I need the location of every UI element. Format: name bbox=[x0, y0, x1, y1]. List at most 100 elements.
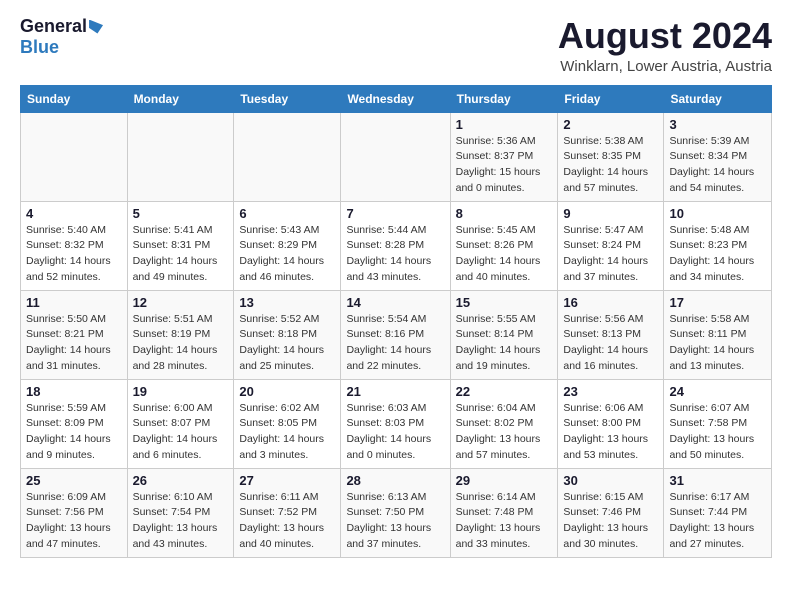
logo: General Blue bbox=[20, 16, 103, 58]
day-number: 28 bbox=[346, 473, 444, 488]
day-info: Sunrise: 5:51 AMSunset: 8:19 PMDaylight:… bbox=[133, 312, 229, 375]
day-number: 5 bbox=[133, 206, 229, 221]
calendar-cell: 3 Sunrise: 5:39 AMSunset: 8:34 PMDayligh… bbox=[664, 112, 772, 201]
day-info: Sunrise: 5:44 AMSunset: 8:28 PMDaylight:… bbox=[346, 223, 444, 286]
calendar-cell: 11 Sunrise: 5:50 AMSunset: 8:21 PMDaylig… bbox=[21, 290, 128, 379]
day-info: Sunrise: 6:00 AMSunset: 8:07 PMDaylight:… bbox=[133, 401, 229, 464]
calendar-cell: 24 Sunrise: 6:07 AMSunset: 7:58 PMDaylig… bbox=[664, 379, 772, 468]
day-number: 10 bbox=[669, 206, 766, 221]
calendar-cell: 13 Sunrise: 5:52 AMSunset: 8:18 PMDaylig… bbox=[234, 290, 341, 379]
day-number: 22 bbox=[456, 384, 553, 399]
weekday-header-monday: Monday bbox=[127, 85, 234, 112]
calendar-title: August 2024 bbox=[558, 16, 772, 56]
calendar-table: SundayMondayTuesdayWednesdayThursdayFrid… bbox=[20, 85, 772, 558]
day-info: Sunrise: 6:11 AMSunset: 7:52 PMDaylight:… bbox=[239, 490, 335, 553]
day-number: 9 bbox=[563, 206, 658, 221]
day-number: 27 bbox=[239, 473, 335, 488]
day-info: Sunrise: 5:41 AMSunset: 8:31 PMDaylight:… bbox=[133, 223, 229, 286]
day-info: Sunrise: 5:52 AMSunset: 8:18 PMDaylight:… bbox=[239, 312, 335, 375]
weekday-header-thursday: Thursday bbox=[450, 85, 558, 112]
day-info: Sunrise: 5:50 AMSunset: 8:21 PMDaylight:… bbox=[26, 312, 122, 375]
calendar-cell: 18 Sunrise: 5:59 AMSunset: 8:09 PMDaylig… bbox=[21, 379, 128, 468]
day-number: 3 bbox=[669, 117, 766, 132]
calendar-cell: 28 Sunrise: 6:13 AMSunset: 7:50 PMDaylig… bbox=[341, 468, 450, 557]
calendar-cell: 14 Sunrise: 5:54 AMSunset: 8:16 PMDaylig… bbox=[341, 290, 450, 379]
day-info: Sunrise: 5:47 AMSunset: 8:24 PMDaylight:… bbox=[563, 223, 658, 286]
day-number: 2 bbox=[563, 117, 658, 132]
day-number: 4 bbox=[26, 206, 122, 221]
weekday-header-saturday: Saturday bbox=[664, 85, 772, 112]
day-info: Sunrise: 6:07 AMSunset: 7:58 PMDaylight:… bbox=[669, 401, 766, 464]
day-number: 16 bbox=[563, 295, 658, 310]
day-info: Sunrise: 5:43 AMSunset: 8:29 PMDaylight:… bbox=[239, 223, 335, 286]
day-info: Sunrise: 6:14 AMSunset: 7:48 PMDaylight:… bbox=[456, 490, 553, 553]
day-number: 1 bbox=[456, 117, 553, 132]
calendar-cell: 23 Sunrise: 6:06 AMSunset: 8:00 PMDaylig… bbox=[558, 379, 664, 468]
day-number: 23 bbox=[563, 384, 658, 399]
header: General Blue August 2024 Winklarn, Lower… bbox=[20, 16, 772, 75]
calendar-cell: 7 Sunrise: 5:44 AMSunset: 8:28 PMDayligh… bbox=[341, 201, 450, 290]
day-info: Sunrise: 5:54 AMSunset: 8:16 PMDaylight:… bbox=[346, 312, 444, 375]
day-number: 12 bbox=[133, 295, 229, 310]
day-number: 18 bbox=[26, 384, 122, 399]
day-number: 7 bbox=[346, 206, 444, 221]
weekday-header-wednesday: Wednesday bbox=[341, 85, 450, 112]
day-info: Sunrise: 6:17 AMSunset: 7:44 PMDaylight:… bbox=[669, 490, 766, 553]
calendar-cell: 27 Sunrise: 6:11 AMSunset: 7:52 PMDaylig… bbox=[234, 468, 341, 557]
day-number: 6 bbox=[239, 206, 335, 221]
day-info: Sunrise: 5:58 AMSunset: 8:11 PMDaylight:… bbox=[669, 312, 766, 375]
day-number: 8 bbox=[456, 206, 553, 221]
calendar-cell: 25 Sunrise: 6:09 AMSunset: 7:56 PMDaylig… bbox=[21, 468, 128, 557]
day-number: 21 bbox=[346, 384, 444, 399]
day-number: 25 bbox=[26, 473, 122, 488]
calendar-cell: 17 Sunrise: 5:58 AMSunset: 8:11 PMDaylig… bbox=[664, 290, 772, 379]
calendar-cell: 30 Sunrise: 6:15 AMSunset: 7:46 PMDaylig… bbox=[558, 468, 664, 557]
calendar-cell: 21 Sunrise: 6:03 AMSunset: 8:03 PMDaylig… bbox=[341, 379, 450, 468]
day-info: Sunrise: 5:38 AMSunset: 8:35 PMDaylight:… bbox=[563, 134, 658, 197]
day-info: Sunrise: 5:48 AMSunset: 8:23 PMDaylight:… bbox=[669, 223, 766, 286]
calendar-cell: 20 Sunrise: 6:02 AMSunset: 8:05 PMDaylig… bbox=[234, 379, 341, 468]
day-info: Sunrise: 6:15 AMSunset: 7:46 PMDaylight:… bbox=[563, 490, 658, 553]
title-area: August 2024 Winklarn, Lower Austria, Aus… bbox=[558, 16, 772, 75]
calendar-cell: 22 Sunrise: 6:04 AMSunset: 8:02 PMDaylig… bbox=[450, 379, 558, 468]
calendar-cell: 29 Sunrise: 6:14 AMSunset: 7:48 PMDaylig… bbox=[450, 468, 558, 557]
logo-icon bbox=[89, 20, 103, 34]
day-info: Sunrise: 6:03 AMSunset: 8:03 PMDaylight:… bbox=[346, 401, 444, 464]
calendar-cell: 12 Sunrise: 5:51 AMSunset: 8:19 PMDaylig… bbox=[127, 290, 234, 379]
weekday-header-sunday: Sunday bbox=[21, 85, 128, 112]
calendar-cell: 8 Sunrise: 5:45 AMSunset: 8:26 PMDayligh… bbox=[450, 201, 558, 290]
day-number: 13 bbox=[239, 295, 335, 310]
calendar-subtitle: Winklarn, Lower Austria, Austria bbox=[558, 58, 772, 75]
weekday-header-friday: Friday bbox=[558, 85, 664, 112]
day-number: 14 bbox=[346, 295, 444, 310]
calendar-cell bbox=[234, 112, 341, 201]
calendar-cell: 5 Sunrise: 5:41 AMSunset: 8:31 PMDayligh… bbox=[127, 201, 234, 290]
calendar-cell: 26 Sunrise: 6:10 AMSunset: 7:54 PMDaylig… bbox=[127, 468, 234, 557]
calendar-cell bbox=[127, 112, 234, 201]
calendar-cell: 6 Sunrise: 5:43 AMSunset: 8:29 PMDayligh… bbox=[234, 201, 341, 290]
day-info: Sunrise: 5:56 AMSunset: 8:13 PMDaylight:… bbox=[563, 312, 658, 375]
calendar-cell: 4 Sunrise: 5:40 AMSunset: 8:32 PMDayligh… bbox=[21, 201, 128, 290]
day-info: Sunrise: 5:36 AMSunset: 8:37 PMDaylight:… bbox=[456, 134, 553, 197]
day-number: 20 bbox=[239, 384, 335, 399]
day-number: 19 bbox=[133, 384, 229, 399]
day-number: 24 bbox=[669, 384, 766, 399]
day-number: 30 bbox=[563, 473, 658, 488]
calendar-cell bbox=[341, 112, 450, 201]
weekday-header-tuesday: Tuesday bbox=[234, 85, 341, 112]
calendar-cell: 1 Sunrise: 5:36 AMSunset: 8:37 PMDayligh… bbox=[450, 112, 558, 201]
day-number: 15 bbox=[456, 295, 553, 310]
calendar-cell: 16 Sunrise: 5:56 AMSunset: 8:13 PMDaylig… bbox=[558, 290, 664, 379]
day-number: 31 bbox=[669, 473, 766, 488]
calendar-cell: 19 Sunrise: 6:00 AMSunset: 8:07 PMDaylig… bbox=[127, 379, 234, 468]
day-info: Sunrise: 6:13 AMSunset: 7:50 PMDaylight:… bbox=[346, 490, 444, 553]
day-number: 11 bbox=[26, 295, 122, 310]
day-number: 26 bbox=[133, 473, 229, 488]
day-info: Sunrise: 6:10 AMSunset: 7:54 PMDaylight:… bbox=[133, 490, 229, 553]
calendar-cell: 10 Sunrise: 5:48 AMSunset: 8:23 PMDaylig… bbox=[664, 201, 772, 290]
calendar-cell bbox=[21, 112, 128, 201]
day-info: Sunrise: 5:39 AMSunset: 8:34 PMDaylight:… bbox=[669, 134, 766, 197]
day-info: Sunrise: 5:45 AMSunset: 8:26 PMDaylight:… bbox=[456, 223, 553, 286]
day-info: Sunrise: 6:04 AMSunset: 8:02 PMDaylight:… bbox=[456, 401, 553, 464]
day-info: Sunrise: 6:02 AMSunset: 8:05 PMDaylight:… bbox=[239, 401, 335, 464]
